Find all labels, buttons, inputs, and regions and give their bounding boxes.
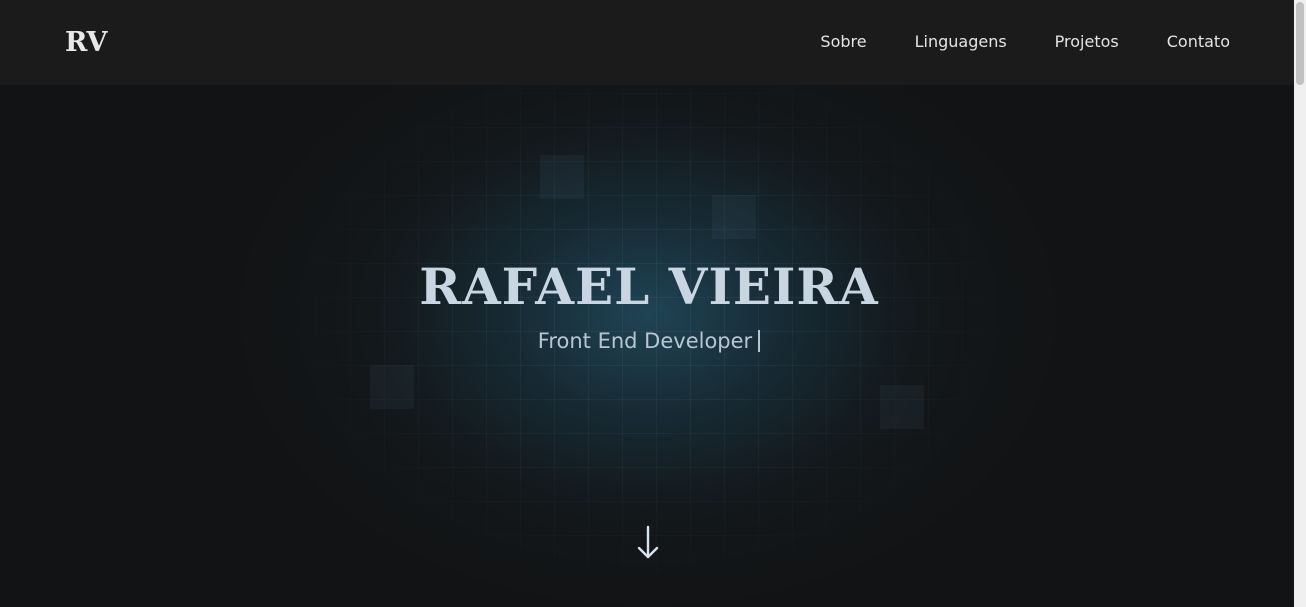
- typing-cursor: [758, 330, 761, 352]
- logo-text: RV: [65, 27, 108, 58]
- nav-item-sobre[interactable]: Sobre: [820, 30, 866, 54]
- hero-grid-cell: [880, 385, 924, 429]
- hero-title: RAFAEL VIEIRA: [419, 257, 879, 316]
- page: RV Sobre Linguagens Projetos Contato RAF…: [0, 0, 1306, 607]
- site-header: RV Sobre Linguagens Projetos Contato: [0, 0, 1294, 85]
- hero-grid-cell: [540, 155, 584, 199]
- hero-section: RAFAEL VIEIRA Front End Developer: [0, 85, 1294, 607]
- viewport: RV Sobre Linguagens Projetos Contato RAF…: [0, 0, 1294, 607]
- hero-subtitle: Front End Developer: [0, 327, 1294, 355]
- nav-item-contato[interactable]: Contato: [1167, 30, 1230, 54]
- nav-item-projetos[interactable]: Projetos: [1055, 30, 1119, 54]
- vertical-scrollbar[interactable]: [1294, 0, 1306, 607]
- arrow-down-icon: [637, 525, 659, 559]
- logo[interactable]: RV: [64, 20, 116, 60]
- hero-grid-cell: [712, 195, 756, 239]
- hero-subtitle-text: Front End Developer: [537, 329, 753, 353]
- main-nav: Sobre Linguagens Projetos Contato: [820, 30, 1230, 54]
- hero-grid-cell: [370, 365, 414, 409]
- nav-item-linguagens[interactable]: Linguagens: [915, 30, 1007, 54]
- scrollbar-thumb[interactable]: [1296, 2, 1304, 85]
- scroll-down-button[interactable]: [636, 525, 660, 561]
- logo-mark: RV: [65, 27, 108, 58]
